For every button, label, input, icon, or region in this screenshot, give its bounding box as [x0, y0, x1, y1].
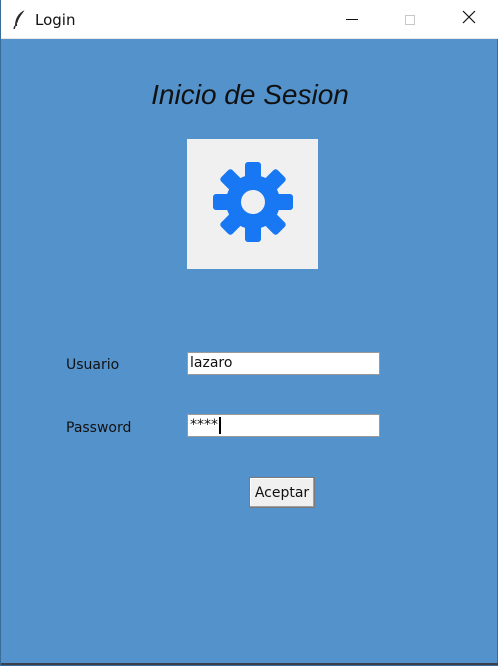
page-title: Inicio de Sesion [151, 79, 349, 110]
username-label: Usuario [66, 357, 120, 373]
bottom-edge [1, 663, 498, 665]
feather-icon [12, 9, 28, 30]
maximize-button[interactable] [387, 0, 433, 39]
username-input[interactable]: lazaro [187, 352, 380, 375]
accept-button[interactable]: Aceptar [249, 477, 315, 508]
password-value: **** [190, 417, 218, 433]
password-label: Password [66, 420, 132, 436]
password-input[interactable]: **** [187, 414, 380, 437]
close-icon [462, 10, 476, 29]
username-value: lazaro [190, 355, 233, 371]
minimize-button[interactable] [329, 0, 375, 39]
gear-icon [211, 160, 295, 249]
title-bar[interactable]: Login [1, 0, 498, 39]
text-cursor [219, 417, 221, 434]
logo-panel [187, 139, 318, 269]
minimize-icon [346, 19, 358, 20]
login-window: Login Inicio de Sesion Usuario lazaro Pa… [0, 0, 498, 666]
maximize-icon [405, 14, 415, 25]
close-button[interactable] [446, 0, 492, 39]
window-title: Login [35, 11, 76, 29]
